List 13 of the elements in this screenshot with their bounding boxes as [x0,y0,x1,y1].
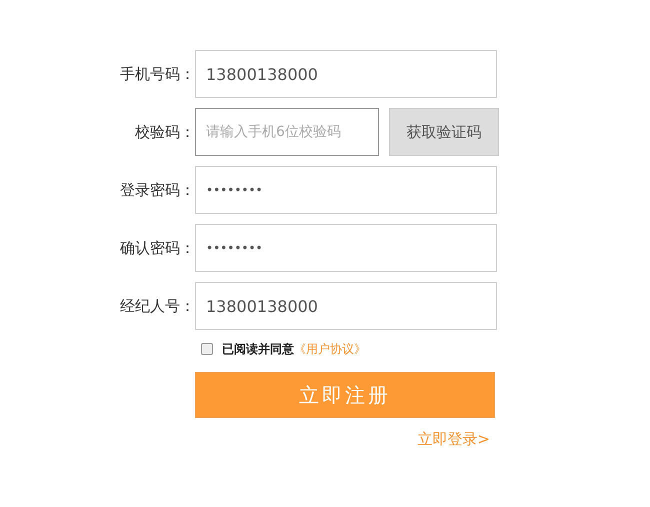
field-label: 校验码： [134,122,195,142]
field-label: 登录密码： [119,180,195,200]
password-field[interactable]: •••••••• [195,166,497,214]
get-code-button[interactable]: 获取验证码 [389,108,499,156]
password-field[interactable]: •••••••• [195,224,497,272]
field-label: 手机号码： [119,64,195,84]
agreement-text: 已阅读并同意 [222,340,294,358]
field-label: 经纪人号： [119,296,195,316]
input-field[interactable]: 请输入手机6位校验码 [195,108,379,156]
input-field[interactable]: 13800138000 [195,50,497,98]
input-field[interactable]: 13800138000 [195,282,497,330]
checkbox[interactable] [201,343,213,355]
field-label: 确认密码： [119,238,195,258]
